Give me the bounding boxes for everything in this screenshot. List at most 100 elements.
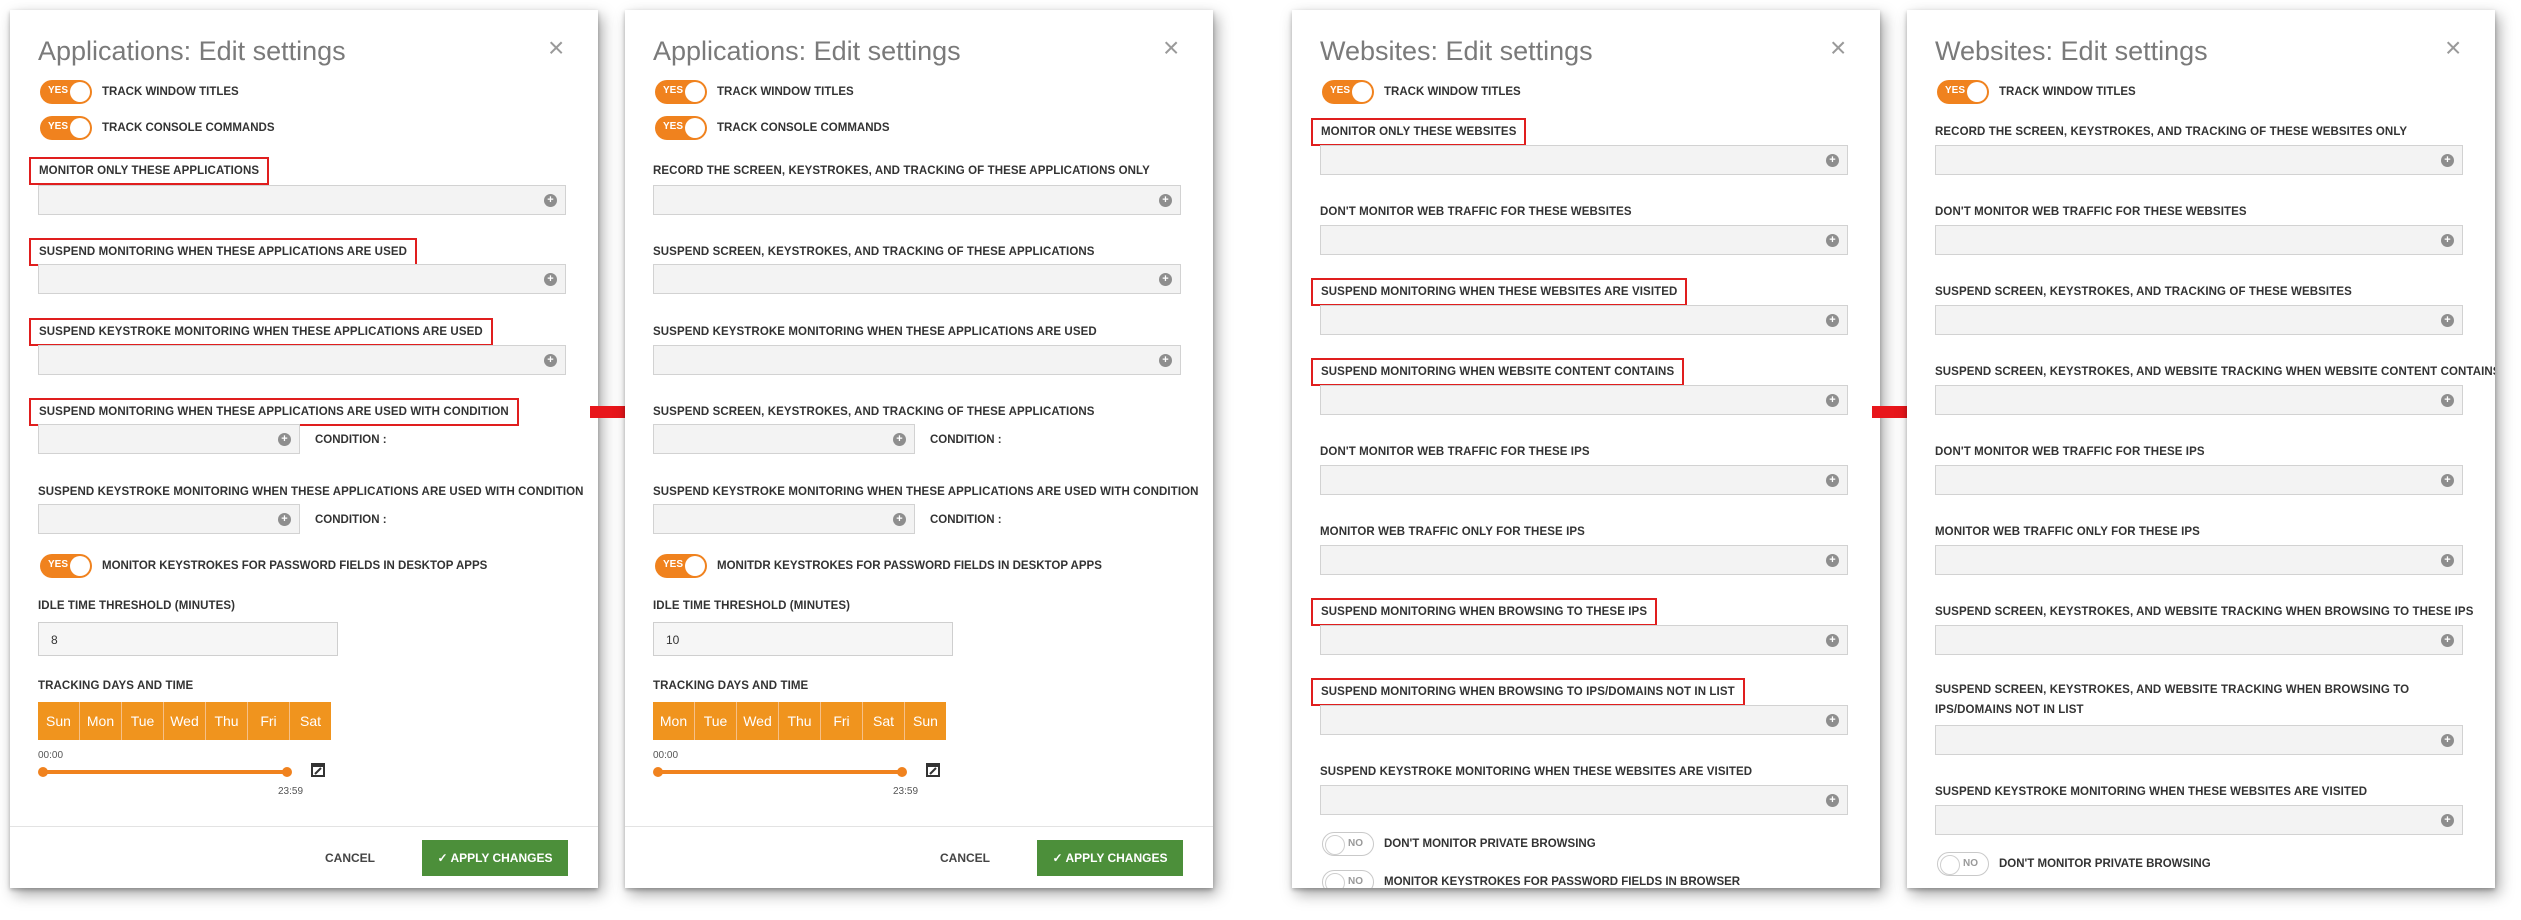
password-fields-toggle[interactable]: NO <box>1322 870 1374 888</box>
websites-input[interactable]: + <box>1935 385 2463 415</box>
plus-circle-icon[interactable]: + <box>278 433 291 446</box>
websites-input[interactable]: + <box>1320 385 1848 415</box>
applications-input[interactable]: + <box>653 345 1181 375</box>
idle-threshold-input[interactable]: 8 <box>38 622 338 656</box>
websites-input[interactable]: + <box>1935 725 2463 755</box>
calendar-icon[interactable] <box>925 762 941 778</box>
plus-circle-icon[interactable]: + <box>1159 273 1172 286</box>
plus-circle-icon[interactable]: + <box>2441 154 2454 167</box>
plus-circle-icon[interactable]: + <box>1826 234 1839 247</box>
applications-input[interactable]: + <box>38 345 566 375</box>
day-button[interactable]: Sat <box>863 702 905 740</box>
day-button[interactable]: Thu <box>779 702 821 740</box>
websites-input[interactable]: + <box>1320 305 1848 335</box>
private-browsing-toggle[interactable]: NO <box>1322 832 1374 856</box>
applications-input[interactable]: + <box>38 504 300 534</box>
day-button[interactable]: Mon <box>653 702 695 740</box>
calendar-icon[interactable] <box>310 762 326 778</box>
track-window-titles-toggle[interactable]: YES <box>40 80 92 104</box>
websites-input[interactable]: + <box>1935 625 2463 655</box>
slider-handle[interactable] <box>282 767 292 777</box>
day-button[interactable]: Sun <box>38 702 80 740</box>
day-button[interactable]: Tue <box>695 702 737 740</box>
private-browsing-toggle[interactable]: NO <box>1937 852 1989 876</box>
plus-circle-icon[interactable]: + <box>2441 554 2454 567</box>
applications-input[interactable]: + <box>38 264 566 294</box>
plus-circle-icon[interactable]: + <box>893 513 906 526</box>
day-button[interactable]: Wed <box>737 702 779 740</box>
plus-circle-icon[interactable]: + <box>544 354 557 367</box>
close-icon[interactable]: × <box>1830 32 1846 64</box>
plus-circle-icon[interactable]: + <box>1826 474 1839 487</box>
day-button[interactable]: Fri <box>248 702 290 740</box>
plus-circle-icon[interactable]: + <box>1826 154 1839 167</box>
close-icon[interactable]: × <box>1163 32 1179 64</box>
time-slider[interactable] <box>657 770 901 774</box>
plus-circle-icon[interactable]: + <box>2441 474 2454 487</box>
plus-circle-icon[interactable]: + <box>1826 794 1839 807</box>
plus-circle-icon[interactable]: + <box>1159 194 1172 207</box>
websites-input[interactable]: + <box>1320 625 1848 655</box>
slider-handle[interactable] <box>897 767 907 777</box>
password-fields-toggle[interactable]: YES <box>40 554 92 578</box>
day-button[interactable]: Mon <box>80 702 122 740</box>
plus-circle-icon[interactable]: + <box>1826 554 1839 567</box>
plus-circle-icon[interactable]: + <box>544 194 557 207</box>
day-button[interactable]: Tue <box>122 702 164 740</box>
plus-circle-icon[interactable]: + <box>893 433 906 446</box>
websites-input[interactable]: + <box>1320 225 1848 255</box>
day-button[interactable]: Fri <box>821 702 863 740</box>
plus-circle-icon[interactable]: + <box>2441 634 2454 647</box>
plus-circle-icon[interactable]: + <box>278 513 291 526</box>
websites-input[interactable]: + <box>1320 785 1848 815</box>
websites-input[interactable]: + <box>1320 465 1848 495</box>
plus-circle-icon[interactable]: + <box>1826 394 1839 407</box>
day-button[interactable]: Wed <box>164 702 206 740</box>
websites-input[interactable]: + <box>1935 145 2463 175</box>
plus-circle-icon[interactable]: + <box>544 273 557 286</box>
applications-input[interactable]: + <box>38 424 300 454</box>
password-fields-toggle[interactable]: YES <box>655 554 707 578</box>
close-icon[interactable]: × <box>548 32 564 64</box>
plus-circle-icon[interactable]: + <box>2441 814 2454 827</box>
plus-circle-icon[interactable]: + <box>1826 714 1839 727</box>
idle-threshold-input[interactable]: 10 <box>653 622 953 656</box>
applications-input[interactable]: + <box>653 264 1181 294</box>
plus-circle-icon[interactable]: + <box>1159 354 1172 367</box>
track-console-commands-toggle[interactable]: YES <box>655 116 707 140</box>
day-button[interactable]: Sat <box>290 702 331 740</box>
close-icon[interactable]: × <box>2445 32 2461 64</box>
plus-circle-icon[interactable]: + <box>2441 314 2454 327</box>
cancel-button[interactable]: CANCEL <box>940 851 990 865</box>
websites-input[interactable]: + <box>1320 705 1848 735</box>
applications-input[interactable]: + <box>653 185 1181 215</box>
applications-input[interactable]: + <box>653 504 915 534</box>
cancel-button[interactable]: CANCEL <box>325 851 375 865</box>
websites-input[interactable]: + <box>1320 145 1848 175</box>
plus-circle-icon[interactable]: + <box>1826 314 1839 327</box>
slider-handle[interactable] <box>38 767 48 777</box>
plus-circle-icon[interactable]: + <box>2441 734 2454 747</box>
apply-changes-button[interactable]: ✓ APPLY CHANGES <box>1037 840 1183 876</box>
time-slider[interactable] <box>42 770 286 774</box>
track-console-commands-toggle[interactable]: YES <box>40 116 92 140</box>
applications-input[interactable]: + <box>38 185 566 215</box>
track-window-titles-toggle[interactable]: YES <box>1937 80 1989 104</box>
day-button[interactable]: Sun <box>905 702 946 740</box>
plus-circle-icon[interactable]: + <box>1826 634 1839 647</box>
applications-input[interactable]: + <box>653 424 915 454</box>
websites-input[interactable]: + <box>1935 545 2463 575</box>
plus-circle-icon[interactable]: + <box>2441 234 2454 247</box>
track-window-titles-toggle[interactable]: YES <box>1322 80 1374 104</box>
day-button[interactable]: Thu <box>206 702 248 740</box>
slider-handle[interactable] <box>653 767 663 777</box>
websites-input[interactable]: + <box>1935 465 2463 495</box>
days-selector: Mon Tue Wed Thu Fri Sat Sun <box>653 702 946 740</box>
websites-input[interactable]: + <box>1935 805 2463 835</box>
apply-changes-button[interactable]: ✓ APPLY CHANGES <box>422 840 568 876</box>
websites-input[interactable]: + <box>1320 545 1848 575</box>
track-window-titles-toggle[interactable]: YES <box>655 80 707 104</box>
websites-input[interactable]: + <box>1935 305 2463 335</box>
plus-circle-icon[interactable]: + <box>2441 394 2454 407</box>
websites-input[interactable]: + <box>1935 225 2463 255</box>
